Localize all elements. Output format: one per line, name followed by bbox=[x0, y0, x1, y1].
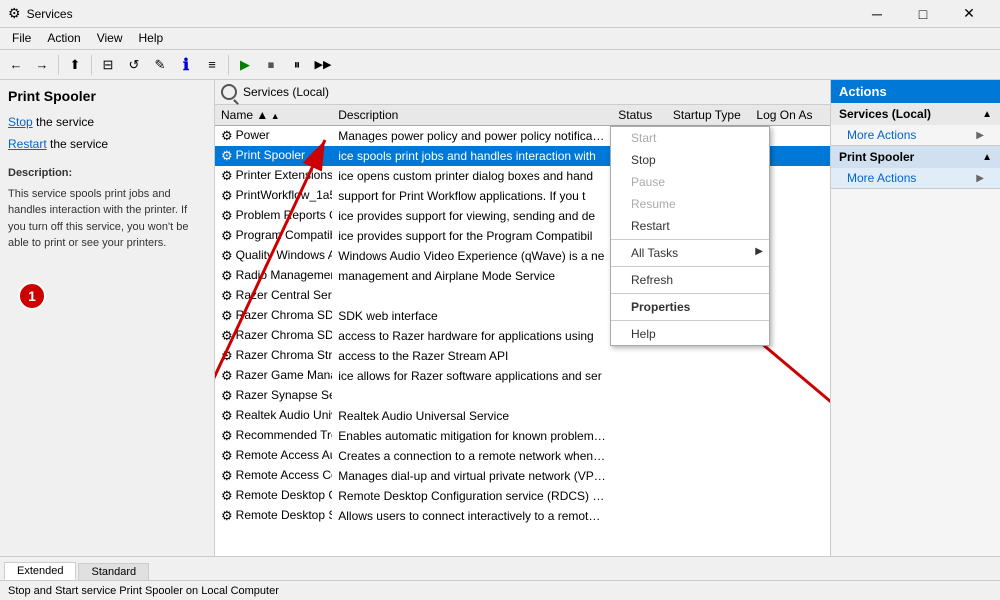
ctx-restart[interactable]: Restart bbox=[611, 215, 769, 237]
center-area: Services (Local) Name ▲ Description Stat… bbox=[215, 80, 830, 556]
list-button[interactable]: ≡ bbox=[200, 54, 224, 76]
more-actions-local[interactable]: More Actions ▶ bbox=[831, 125, 1000, 145]
more-actions-local-arrow: ▶ bbox=[976, 130, 984, 141]
menu-bar: File Action View Help bbox=[0, 28, 1000, 50]
more-actions-spooler-arrow: ▶ bbox=[976, 173, 984, 184]
menu-view[interactable]: View bbox=[89, 30, 131, 47]
ctx-resume[interactable]: Resume bbox=[611, 193, 769, 215]
actions-section-local: Services (Local) ▲ More Actions ▶ bbox=[831, 103, 1000, 146]
search-icon bbox=[221, 84, 237, 100]
export-button[interactable]: ✎ bbox=[148, 54, 172, 76]
col-header-status[interactable]: Status bbox=[612, 105, 667, 126]
info-button[interactable]: ℹ bbox=[174, 54, 198, 76]
toolbar: ← → ⬆ ⊟ ↺ ✎ ℹ ≡ ▶ ⏹ ⏸ ▶▶ bbox=[0, 50, 1000, 80]
col-header-desc[interactable]: Description bbox=[332, 105, 612, 126]
ctx-all-tasks[interactable]: All Tasks bbox=[611, 242, 769, 264]
refresh-button[interactable]: ↺ bbox=[122, 54, 146, 76]
back-button[interactable]: ← bbox=[4, 54, 28, 76]
up-button[interactable]: ⬆ bbox=[63, 54, 87, 76]
status-text: Stop and Start service Print Spooler on … bbox=[8, 585, 279, 597]
table-row[interactable]: ⚙Remote Access Connection ManagerManages… bbox=[215, 466, 830, 486]
annotation-badge-1: 1 bbox=[18, 282, 46, 310]
stop-button[interactable]: ⏹ bbox=[259, 54, 283, 76]
toolbar-separator-1 bbox=[58, 55, 59, 75]
ctx-pause[interactable]: Pause bbox=[611, 171, 769, 193]
col-header-logon[interactable]: Log On As bbox=[750, 105, 830, 126]
left-description: Description: This service spools print j… bbox=[8, 165, 206, 252]
toolbar-separator-3 bbox=[228, 55, 229, 75]
more-actions-spooler-label: More Actions bbox=[847, 171, 916, 185]
table-row[interactable]: ⚙Razer Synapse Service bbox=[215, 386, 830, 406]
tab-extended[interactable]: Extended bbox=[4, 562, 76, 580]
more-actions-local-label: More Actions bbox=[847, 128, 916, 142]
ctx-properties[interactable]: Properties bbox=[611, 296, 769, 318]
desc-text: This service spools print jobs and handl… bbox=[8, 186, 206, 252]
search-label: Services (Local) bbox=[243, 85, 329, 99]
section-spooler-chevron: ▲ bbox=[982, 152, 992, 163]
service-name-header: Print Spooler bbox=[8, 88, 206, 104]
col-header-startup[interactable]: Startup Type bbox=[667, 105, 750, 126]
left-panel: Print Spooler Stop the service Restart t… bbox=[0, 80, 215, 556]
actions-section-spooler-title[interactable]: Print Spooler ▲ bbox=[831, 146, 1000, 168]
bottom-tabs: Extended Standard bbox=[0, 556, 1000, 580]
table-row[interactable]: ⚙Realtek Audio Universal ServiceRealtek … bbox=[215, 406, 830, 426]
restart-service-link[interactable]: Restart bbox=[8, 137, 47, 151]
ctx-start[interactable]: Start bbox=[611, 127, 769, 149]
show-hide-button[interactable]: ⊟ bbox=[96, 54, 120, 76]
stop-suffix: the service bbox=[36, 115, 94, 129]
ctx-sep-3 bbox=[611, 293, 769, 294]
table-row[interactable]: ⚙Razer Game Managerice allows for Razer … bbox=[215, 366, 830, 386]
app-icon: ⚙ bbox=[8, 5, 21, 22]
actions-header: Actions bbox=[831, 80, 1000, 103]
more-actions-spooler[interactable]: More Actions ▶ bbox=[831, 168, 1000, 188]
start-button[interactable]: ▶ bbox=[233, 54, 257, 76]
minimize-button[interactable]: ─ bbox=[854, 0, 900, 28]
col-header-name[interactable]: Name ▲ bbox=[215, 105, 332, 126]
window-title: Services bbox=[27, 7, 73, 21]
maximize-button[interactable]: □ bbox=[900, 0, 946, 28]
section-local-chevron: ▲ bbox=[982, 109, 992, 120]
toolbar-separator-2 bbox=[91, 55, 92, 75]
table-row[interactable]: ⚙Remote Desktop ConfigurationRemote Desk… bbox=[215, 486, 830, 506]
desc-label: Description: bbox=[8, 165, 206, 182]
ctx-sep-1 bbox=[611, 239, 769, 240]
ctx-help[interactable]: Help bbox=[611, 323, 769, 345]
menu-action[interactable]: Action bbox=[39, 30, 88, 47]
menu-file[interactable]: File bbox=[4, 30, 39, 47]
right-panel: Actions Services (Local) ▲ More Actions … bbox=[830, 80, 1000, 556]
stop-service-link[interactable]: Stop bbox=[8, 115, 33, 129]
pause-button[interactable]: ⏸ bbox=[285, 54, 309, 76]
restart-button[interactable]: ▶▶ bbox=[311, 54, 335, 76]
context-menu: Start Stop Pause Resume Restart All Task… bbox=[610, 126, 770, 346]
title-bar: ⚙ Services ─ □ ✕ bbox=[0, 0, 1000, 28]
table-row[interactable]: ⚙Razer Chroma Stream Serveraccess to the… bbox=[215, 346, 830, 366]
status-bar: Stop and Start service Print Spooler on … bbox=[0, 580, 1000, 600]
restart-suffix: the service bbox=[50, 137, 108, 151]
close-button[interactable]: ✕ bbox=[946, 0, 992, 28]
search-bar: Services (Local) bbox=[215, 80, 830, 105]
tab-standard[interactable]: Standard bbox=[78, 563, 149, 580]
table-row[interactable]: ⚙Remote Access Auto Connection ManagerCr… bbox=[215, 446, 830, 466]
table-row[interactable]: ⚙Remote Desktop ServicesAllows users to … bbox=[215, 506, 830, 526]
ctx-stop[interactable]: Stop bbox=[611, 149, 769, 171]
section-spooler-label: Print Spooler bbox=[839, 150, 914, 164]
left-links: Stop the service Restart the service bbox=[8, 112, 206, 155]
actions-section-spooler: Print Spooler ▲ More Actions ▶ bbox=[831, 146, 1000, 189]
menu-help[interactable]: Help bbox=[131, 30, 172, 47]
ctx-refresh[interactable]: Refresh bbox=[611, 269, 769, 291]
section-local-label: Services (Local) bbox=[839, 107, 931, 121]
table-row[interactable]: ⚙Recommended Troubleshooting ServiceEnab… bbox=[215, 426, 830, 446]
actions-title: Actions bbox=[839, 84, 887, 99]
actions-section-local-title[interactable]: Services (Local) ▲ bbox=[831, 103, 1000, 125]
ctx-sep-2 bbox=[611, 266, 769, 267]
ctx-sep-4 bbox=[611, 320, 769, 321]
forward-button[interactable]: → bbox=[30, 54, 54, 76]
window-controls: ─ □ ✕ bbox=[854, 0, 992, 28]
